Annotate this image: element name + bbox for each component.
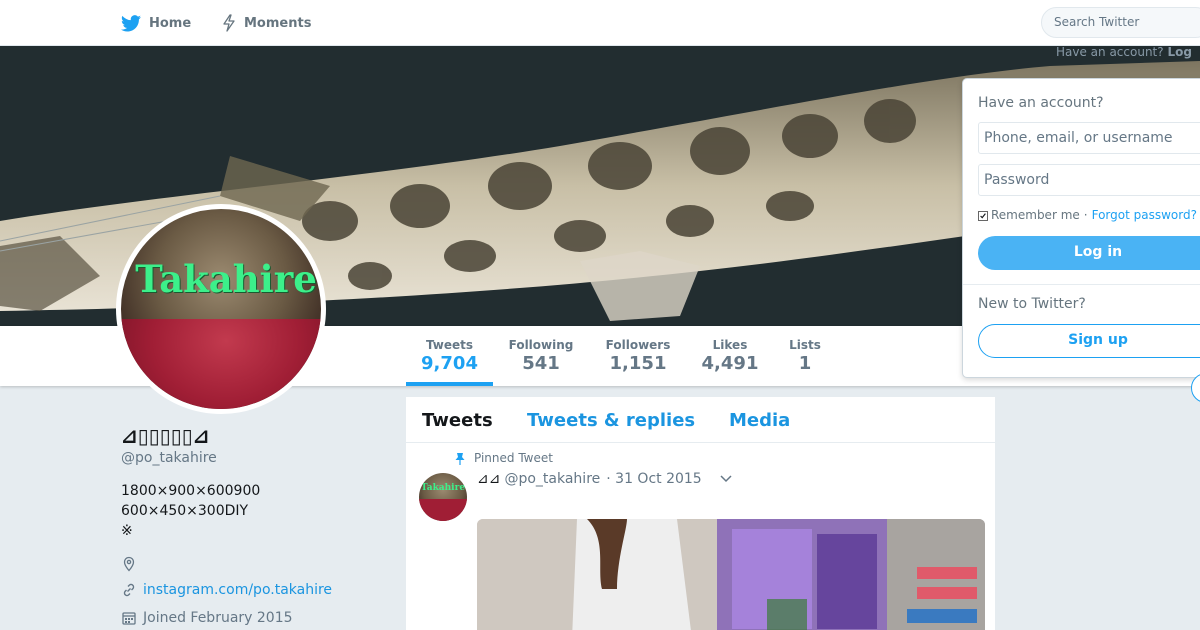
tab-media[interactable]: Media [729,410,790,431]
tweet-avatar-text: Takahire [420,483,466,493]
stat-lists-value: 1 [798,353,812,374]
nav-moments[interactable]: Moments [222,0,311,46]
pinned-indicator: Pinned Tweet [454,451,553,465]
new-to-twitter-label: New to Twitter? [978,296,1086,312]
username-field[interactable]: Phone, email, or username [978,122,1200,154]
profile-name: ⊿▯▯▯▯▯⊿ [121,424,210,448]
top-navigation: Home Moments Search Twitter [0,0,1200,46]
stat-tweets[interactable]: Tweets 9,704 [406,326,493,386]
avatar-text: Takahire [135,257,317,301]
avatar-substrate [121,319,321,409]
tweet-header: ⊿⊿ @po_takahire · 31 Oct 2015 [477,471,732,487]
link-icon [123,583,135,597]
tab-tweets-replies[interactable]: Tweets & replies [527,410,695,431]
username-placeholder: Phone, email, or username [984,130,1173,146]
login-divider [963,284,1200,285]
profile-joined-text: Joined February 2015 [143,610,293,626]
nav-home-label: Home [149,15,192,31]
stat-likes-value: 4,491 [701,353,759,374]
search-input[interactable]: Search Twitter [1041,7,1200,38]
remember-row: Remember me · Forgot password? [978,208,1197,222]
profile-handle: @po_takahire [121,450,217,466]
signup-button[interactable]: Sign up [978,324,1200,358]
profile-link[interactable]: instagram.com/po.takahire [121,582,332,598]
timeline-tabs: Tweets Tweets & replies Media [406,397,995,443]
tweet-avatar[interactable]: Takahire [419,473,467,521]
tweet-date[interactable]: · 31 Oct 2015 [606,471,701,487]
location-icon [123,556,135,572]
login-dropdown: Have an account? Phone, email, or userna… [962,78,1200,378]
stat-followers[interactable]: Followers 1,151 [598,326,678,386]
calendar-icon [122,612,136,625]
stat-followers-label: Followers [605,338,671,352]
stat-following-label: Following [508,338,574,352]
tweet-author-name[interactable]: ⊿⊿ [477,471,500,487]
stat-likes[interactable]: Likes 4,491 [696,326,764,386]
twitter-bird-icon [121,14,141,31]
stat-followers-value: 1,151 [609,353,667,374]
tweet-avatar-substrate [419,499,467,521]
remember-separator: · [1083,208,1088,222]
nav-moments-label: Moments [244,15,312,31]
profile-bio: 1800×900×600900 600×450×300DIY ※ [121,483,261,539]
nav-home[interactable]: Home [121,0,191,46]
login-top-link[interactable]: Log [1167,45,1191,59]
remember-label[interactable]: Remember me [991,208,1080,222]
remember-checkbox[interactable] [978,211,988,221]
tweet-media-photo[interactable] [477,519,985,630]
profile-link-text[interactable]: instagram.com/po.takahire [143,582,332,598]
pinned-label: Pinned Tweet [474,451,553,465]
timeline: Tweets Tweets & replies Media Pinned Twe… [406,397,995,630]
tab-tweets[interactable]: Tweets [422,410,493,431]
have-account-top: Have an account? Log [1056,45,1192,59]
stat-tweets-label: Tweets [425,338,474,352]
chevron-down-icon[interactable] [720,475,732,483]
forgot-password-link[interactable]: Forgot password? [1092,208,1197,222]
lightning-icon [223,14,235,32]
profile-avatar[interactable]: Takahire [116,204,326,414]
password-field[interactable]: Password [978,164,1200,196]
stat-lists-label: Lists [789,338,821,352]
search-placeholder: Search Twitter [1054,15,1140,29]
have-account-top-text: Have an account? [1056,45,1164,59]
profile-joined: Joined February 2015 [121,610,293,626]
profile-location [121,556,143,572]
tweet-author-handle[interactable]: @po_takahire [504,471,600,487]
stat-following-value: 541 [522,353,560,374]
stat-following[interactable]: Following 541 [500,326,582,386]
password-placeholder: Password [984,172,1050,188]
login-button[interactable]: Log in [978,236,1200,270]
stat-lists[interactable]: Lists 1 [782,326,828,386]
stat-tweets-value: 9,704 [421,353,478,374]
login-header: Have an account? [978,95,1104,111]
pin-icon [455,452,465,465]
stat-likes-label: Likes [712,338,748,352]
